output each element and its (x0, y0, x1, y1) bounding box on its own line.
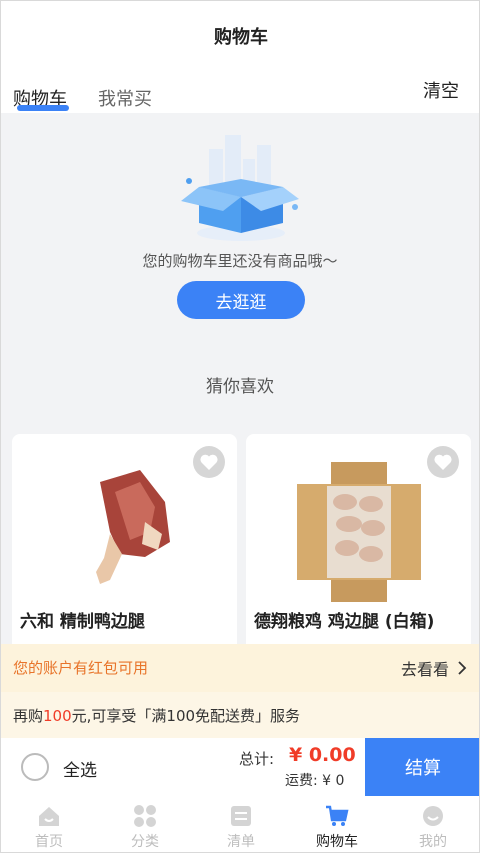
promo-suffix: 元,可享受「满100免配送费」服务 (71, 707, 301, 725)
select-all-checkbox[interactable] (21, 753, 49, 781)
heart-icon[interactable] (427, 446, 459, 478)
header: 购物车 购物车 我常买 清空 (1, 1, 479, 113)
tabbar-label: 清单 (227, 834, 255, 850)
tabbar-item-cart[interactable]: 购物车 (289, 796, 385, 852)
chevron-right-icon (458, 661, 467, 675)
tabbar-item-list[interactable]: 清单 (193, 796, 289, 852)
delivery-promo: 再购100元,可享受「满100免配送费」服务 (1, 692, 479, 738)
heart-icon[interactable] (193, 446, 225, 478)
tabbar-label: 首页 (35, 834, 63, 850)
list-icon (231, 806, 251, 826)
checkout-button[interactable]: 结算 (365, 738, 479, 796)
page-title: 购物车 (214, 27, 268, 48)
redpacket-text: 您的账户有红包可用 (13, 659, 149, 677)
category-icon (134, 805, 156, 827)
product-name: 德翔粮鸡 鸡边腿 (白箱) (254, 612, 435, 632)
cart-icon (326, 805, 349, 826)
browse-button[interactable]: 去逛逛 (177, 281, 305, 319)
select-all-label[interactable]: 全选 (63, 756, 97, 781)
cart-screen: 购物车 购物车 我常买 清空 您的购物车里还没有商品哦～ 去逛逛 猜你喜欢 六和… (0, 0, 480, 853)
chicken-box-image (296, 462, 421, 602)
tabbar-label: 我的 (419, 834, 447, 850)
tab-indicator (17, 105, 69, 111)
home-icon (39, 807, 59, 826)
product-card[interactable]: 六和 精制鸭边腿 (12, 434, 237, 664)
bottom-tabbar: 首页 分类 清单 购物车 我的 (1, 796, 479, 852)
product-name: 六和 精制鸭边腿 (20, 612, 145, 632)
duck-leg-image (95, 470, 170, 584)
checkout-bar: 全选 总计: ¥ 0.00 运费: ¥ 0 结算 (1, 738, 479, 796)
tabbar-item-category[interactable]: 分类 (97, 796, 193, 852)
tab-frequently-bought[interactable]: 我常买 (98, 85, 152, 111)
redpacket-banner[interactable]: 您的账户有红包可用 去看看 (1, 644, 479, 692)
profile-icon (423, 806, 443, 826)
product-card[interactable]: 德翔粮鸡 鸡边腿 (白箱) (246, 434, 471, 664)
empty-box-illustration (181, 135, 299, 241)
redpacket-link[interactable]: 去看看 (401, 656, 467, 680)
tabbar-item-home[interactable]: 首页 (1, 796, 97, 852)
tabbar-item-profile[interactable]: 我的 (385, 796, 479, 852)
freight-text: 运费: ¥ 0 (285, 773, 345, 789)
redpacket-link-label: 去看看 (400, 660, 449, 679)
tabbar-label: 购物车 (316, 834, 358, 850)
empty-cart-message: 您的购物车里还没有商品哦～ (142, 252, 338, 270)
clear-button[interactable]: 清空 (423, 77, 459, 103)
tabbar-label: 分类 (131, 834, 159, 850)
total-value: ¥ 0.00 (289, 744, 356, 766)
promo-amount: 100 (43, 707, 72, 725)
recommend-title: 猜你喜欢 (206, 377, 274, 397)
promo-prefix: 再购 (13, 707, 44, 725)
total-label: 总计: (239, 750, 275, 768)
